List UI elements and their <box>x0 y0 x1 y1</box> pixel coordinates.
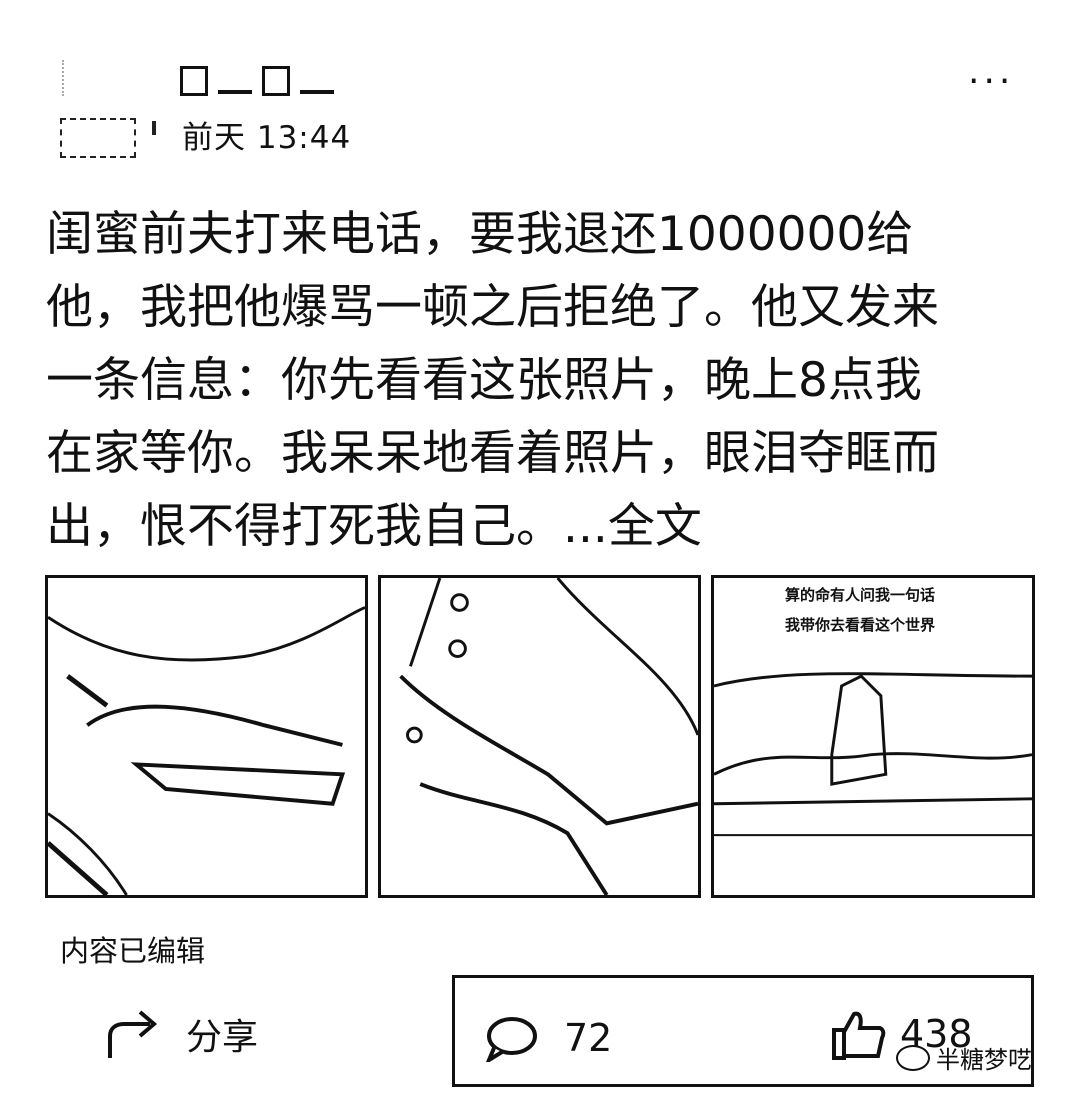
post-image-2[interactable] <box>378 575 701 898</box>
full-text-link[interactable]: 全文 <box>608 499 702 554</box>
more-options-icon[interactable]: ··· <box>968 64 1014 100</box>
image-caption: 算的命有人问我一句话 我带你去看看这个世界 <box>760 580 960 640</box>
post-line: 他，我把他爆骂一顿之后拒绝了。他又发来 <box>46 280 939 335</box>
image-caption-line: 算的命有人问我一句话 <box>784 586 935 604</box>
share-icon <box>108 1010 158 1058</box>
post-image-3[interactable]: 算的命有人问我一句话 我带你去看看这个世界 <box>711 575 1035 898</box>
redaction-block <box>262 66 290 96</box>
comment-count: 72 <box>564 1016 613 1060</box>
image-caption-line: 我带你去看看这个世界 <box>784 616 935 634</box>
wechat-logo-icon <box>896 1044 930 1071</box>
post-line: 一条信息：你先看看这张照片，晚上8点我 <box>46 353 922 408</box>
post-timestamp: 前天 13:44 <box>182 120 352 156</box>
comment-icon <box>486 1017 537 1062</box>
image-sketch <box>48 606 365 895</box>
avatar-placeholder[interactable] <box>62 60 154 96</box>
edited-label: 内容已编辑 <box>60 934 206 968</box>
thumbs-up-icon <box>832 1011 886 1060</box>
badge-divider <box>152 121 156 135</box>
share-button[interactable]: 分享 <box>104 1008 258 1060</box>
share-label: 分享 <box>186 1017 259 1058</box>
post-line: 在家等你。我呆呆地看着照片，眼泪夺眶而 <box>46 426 939 481</box>
comment-button[interactable]: 72 <box>484 1014 612 1062</box>
post-line: 出，恨不得打死我自己。... <box>46 499 608 554</box>
redaction-dash <box>218 90 252 94</box>
redaction-block <box>180 66 208 96</box>
image-sketch <box>399 578 698 895</box>
user-badge-redacted <box>60 118 136 158</box>
watermark: 半糖梦呓 <box>896 1040 1032 1075</box>
watermark-text: 半糖梦呓 <box>936 1046 1032 1074</box>
post-line-last: 出，恨不得打死我自己。...全文 <box>46 490 1031 563</box>
post-body: 闺蜜前夫打来电话，要我退还1000000给 他，我把他爆骂一顿之后拒绝了。他又发… <box>46 198 1031 563</box>
post-image-1[interactable] <box>45 575 368 898</box>
username-redacted[interactable] <box>180 62 340 100</box>
post-line: 闺蜜前夫打来电话，要我退还1000000给 <box>46 207 914 262</box>
redaction-dash <box>300 90 334 94</box>
